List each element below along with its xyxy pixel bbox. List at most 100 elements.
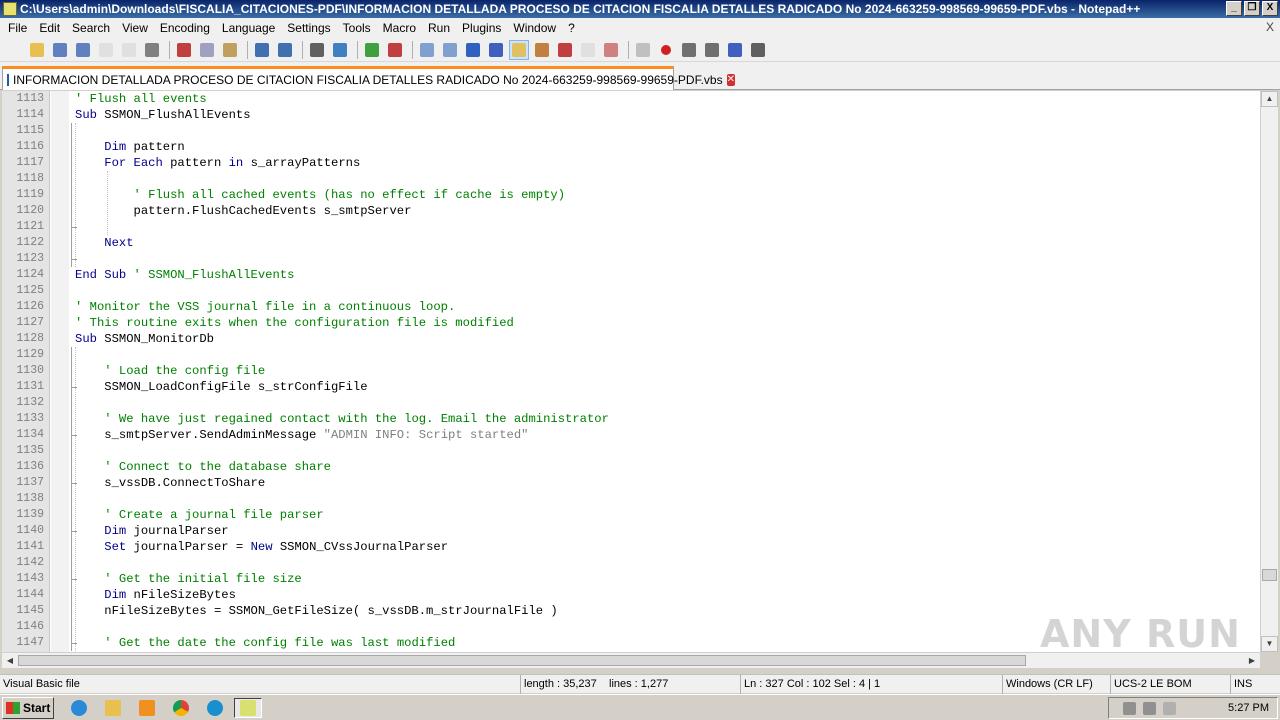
media-player-icon[interactable] — [136, 698, 158, 718]
code-line[interactable]: ' Create a journal file parser — [75, 507, 1260, 523]
copy-icon[interactable] — [197, 40, 217, 60]
record-macro-icon[interactable] — [656, 40, 676, 60]
code-line[interactable]: Dim nFileSizeBytes — [75, 587, 1260, 603]
code-line[interactable]: Set journalParser = New SSMON_CVssJourna… — [75, 539, 1260, 555]
doc-map-icon[interactable] — [555, 40, 575, 60]
scroll-up-icon[interactable]: ▲ — [1261, 91, 1278, 107]
undo-icon[interactable] — [252, 40, 272, 60]
menu-item-file[interactable]: File — [2, 18, 33, 38]
code-line[interactable]: s_vssDB.ConnectToShare — [75, 475, 1260, 491]
clock[interactable]: 5:27 PM — [1228, 698, 1269, 718]
indent-guide-icon[interactable] — [509, 39, 529, 60]
menu-item-run[interactable]: Run — [422, 18, 456, 38]
code-line[interactable]: Dim pattern — [75, 139, 1260, 155]
paste-icon[interactable] — [220, 40, 240, 60]
code-line[interactable]: pattern.FlushCachedEvents s_smtpServer — [75, 203, 1260, 219]
code-line[interactable] — [75, 251, 1260, 267]
save-icon[interactable] — [50, 40, 70, 60]
menu-item-view[interactable]: View — [116, 18, 154, 38]
tab-close-icon[interactable]: ✕ — [726, 73, 735, 86]
restore-button[interactable]: ❐ — [1244, 1, 1260, 16]
code-line[interactable] — [75, 123, 1260, 139]
menu-item-help[interactable]: ? — [562, 18, 581, 38]
user-lang-icon[interactable] — [532, 40, 552, 60]
code-line[interactable] — [75, 395, 1260, 411]
code-line[interactable]: ' Flush all events — [75, 91, 1260, 107]
minimize-button[interactable]: _ — [1226, 1, 1242, 16]
menu-item-window[interactable]: Window — [507, 18, 562, 38]
cut-icon[interactable] — [174, 40, 194, 60]
start-button[interactable]: Start — [2, 697, 54, 719]
file-explorer-icon[interactable] — [102, 698, 124, 718]
scroll-right-icon[interactable]: ▶ — [1244, 653, 1260, 668]
menu-item-language[interactable]: Language — [216, 18, 281, 38]
replace-icon[interactable] — [330, 40, 350, 60]
code-line[interactable]: ' We have just regained contact with the… — [75, 411, 1260, 427]
close-window-button[interactable]: X — [1262, 1, 1278, 16]
scroll-left-icon[interactable]: ◀ — [2, 653, 18, 668]
code-line[interactable]: SSMON_LoadConfigFile s_strConfigFile — [75, 379, 1260, 395]
show-all-chars-icon[interactable] — [486, 40, 506, 60]
code-line[interactable] — [75, 555, 1260, 571]
monitoring-icon[interactable] — [633, 40, 653, 60]
close-icon[interactable] — [96, 40, 116, 60]
run-macro-multiple-icon[interactable] — [725, 40, 745, 60]
code-line[interactable]: For Each pattern in s_arrayPatterns — [75, 155, 1260, 171]
sync-horizontal-icon[interactable] — [440, 40, 460, 60]
close-document-icon[interactable]: X — [1266, 20, 1274, 34]
status-encoding[interactable]: UCS-2 LE BOM — [1110, 675, 1230, 694]
code-line[interactable]: ' Connect to the database share — [75, 459, 1260, 475]
menu-item-tools[interactable]: Tools — [337, 18, 377, 38]
code-line[interactable] — [75, 171, 1260, 187]
open-file-icon[interactable] — [27, 40, 47, 60]
code-line[interactable]: ' Monitor the VSS journal file in a cont… — [75, 299, 1260, 315]
code-line[interactable] — [75, 491, 1260, 507]
save-all-icon[interactable] — [73, 40, 93, 60]
code-line[interactable]: Next — [75, 235, 1260, 251]
code-line[interactable]: ' Load the config file — [75, 363, 1260, 379]
menu-item-search[interactable]: Search — [66, 18, 116, 38]
code-line[interactable]: Dim journalParser — [75, 523, 1260, 539]
menu-item-encoding[interactable]: Encoding — [154, 18, 216, 38]
play-macro-icon[interactable] — [702, 40, 722, 60]
notepadpp-task-icon[interactable] — [234, 698, 262, 718]
code-line[interactable] — [75, 443, 1260, 459]
code-line[interactable]: s_smtpServer.SendAdminMessage "ADMIN INF… — [75, 427, 1260, 443]
internet-explorer-icon[interactable] — [68, 698, 90, 718]
code-line[interactable]: ' This routine exits when the configurat… — [75, 315, 1260, 331]
flag-icon[interactable] — [1163, 702, 1176, 715]
status-eol[interactable]: Windows (CR LF) — [1002, 675, 1110, 694]
stop-macro-icon[interactable] — [679, 40, 699, 60]
sync-vertical-icon[interactable] — [417, 40, 437, 60]
fold-margin[interactable] — [51, 91, 77, 652]
code-line[interactable]: ' Flush all cached events (has no effect… — [75, 187, 1260, 203]
code-line[interactable]: Sub SSMON_MonitorDb — [75, 331, 1260, 347]
find-icon[interactable] — [307, 40, 327, 60]
vertical-scroll-thumb[interactable] — [1262, 569, 1277, 581]
tab-active-file[interactable]: INFORMACION DETALLADA PROCESO DE CITACIO… — [2, 66, 735, 90]
network-icon[interactable] — [1143, 702, 1156, 715]
zoom-out-icon[interactable] — [385, 40, 405, 60]
code-line[interactable] — [75, 219, 1260, 235]
status-insert-mode[interactable]: INS — [1230, 675, 1280, 694]
redo-icon[interactable] — [275, 40, 295, 60]
code-editor[interactable]: 1113 1114 1115 1116 1117 1118 1119 1120 1121 1122… — [2, 91, 1260, 652]
menu-item-macro[interactable]: Macro — [377, 18, 422, 38]
code-line[interactable] — [75, 283, 1260, 299]
folder-workspace-icon[interactable] — [601, 40, 621, 60]
zoom-in-icon[interactable] — [362, 40, 382, 60]
menu-item-settings[interactable]: Settings — [281, 18, 336, 38]
close-all-icon[interactable] — [119, 40, 139, 60]
menu-item-plugins[interactable]: Plugins — [456, 18, 507, 38]
word-wrap-icon[interactable] — [463, 40, 483, 60]
chrome-icon[interactable] — [170, 698, 192, 718]
function-list-icon[interactable] — [578, 40, 598, 60]
scroll-down-icon[interactable]: ▼ — [1261, 636, 1278, 652]
code-line[interactable]: ' Get the initial file size — [75, 571, 1260, 587]
code-area[interactable]: ' Flush all events Sub SSMON_FlushAllEven… — [75, 91, 1260, 652]
print-icon[interactable] — [142, 40, 162, 60]
code-line[interactable]: End Sub ' SSMON_FlushAllEvents — [75, 267, 1260, 283]
volume-icon[interactable] — [1123, 702, 1136, 715]
code-line[interactable] — [75, 347, 1260, 363]
save-macro-icon[interactable] — [748, 40, 768, 60]
